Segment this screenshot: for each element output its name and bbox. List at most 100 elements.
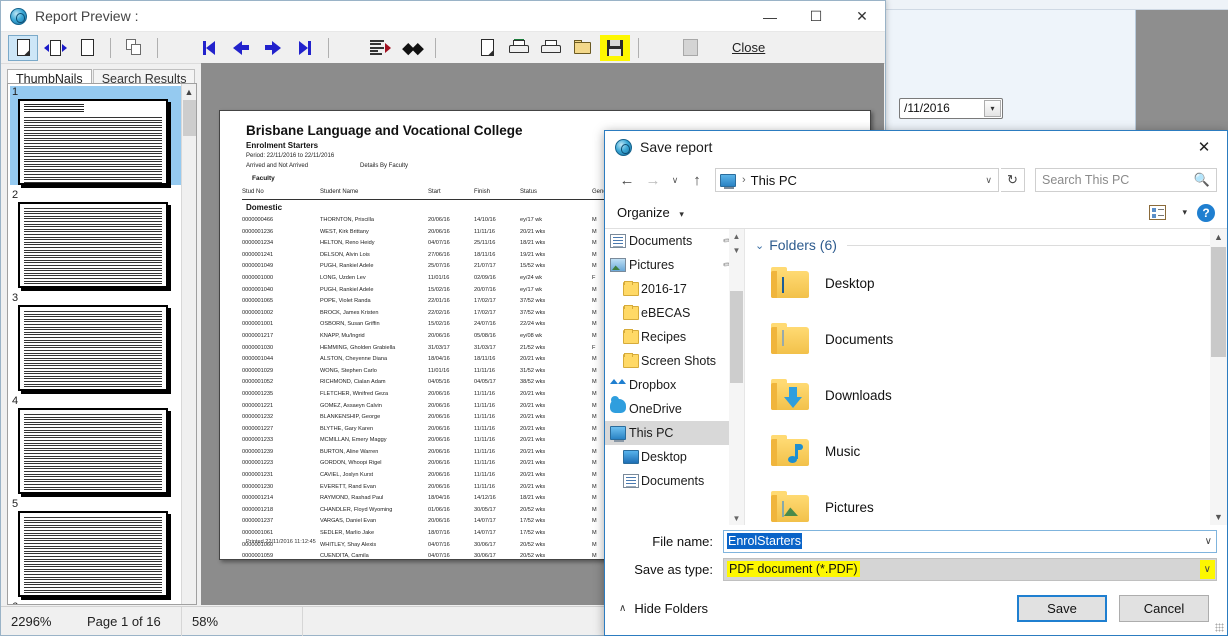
scroll-up-icon[interactable]: ▲ (1210, 229, 1227, 245)
folders-group-header[interactable]: ⌄ Folders (6) (745, 229, 1227, 255)
nav-item-2016-17[interactable]: 2016-17 (605, 277, 744, 301)
chevron-down-icon[interactable]: ▾ (984, 100, 1001, 117)
nav-item-this-pc[interactable]: This PC (605, 421, 744, 445)
save-report-button[interactable] (600, 35, 630, 61)
save-report-dialog[interactable]: Save report ✕ ← → ∨ ↑ › This PC ∨ ↻ Sear… (604, 130, 1228, 636)
report-cell-gender: M (592, 542, 597, 548)
breadcrumb-current[interactable]: This PC (751, 173, 797, 188)
thumbnail-item[interactable]: 4 (10, 395, 178, 494)
report-cell-status: 20/21 wks (520, 484, 545, 490)
thumbnail-item[interactable]: 3 (10, 292, 178, 391)
facing-pages-view-button[interactable] (40, 35, 70, 61)
folder-item-pictures[interactable]: Pictures (745, 479, 1227, 525)
folder-label: Downloads (825, 388, 892, 403)
dialog-close-button[interactable]: ✕ (1181, 131, 1227, 163)
background-date-value: /11/2016 (904, 101, 950, 115)
report-cell-status: 20/52 wks (520, 553, 545, 559)
go-to-page-button[interactable] (365, 35, 395, 61)
hide-folders-button[interactable]: ∧ Hide Folders (619, 601, 708, 616)
report-cell-status: 20/21 wks (520, 414, 545, 420)
nav-item-screen-shots[interactable]: Screen Shots (605, 349, 744, 373)
folder-item-desktop[interactable]: Desktop (745, 255, 1227, 311)
nav-item-label: Documents (629, 234, 692, 248)
first-page-button[interactable] (194, 35, 224, 61)
folder-item-downloads[interactable]: Downloads (745, 367, 1227, 423)
forward-button[interactable]: → (641, 168, 665, 192)
scroll-up-icon[interactable]: ▲ (729, 229, 744, 243)
cancel-button[interactable]: Cancel (1119, 595, 1209, 622)
single-page-view-button[interactable] (8, 35, 38, 61)
thumbnail-item[interactable]: 1 (10, 86, 182, 185)
thumbnails-panel[interactable]: 1 2 (7, 83, 197, 605)
new-document-button[interactable] (472, 35, 502, 61)
chevron-down-icon[interactable]: ⌄ (755, 239, 764, 252)
scroll-down-icon[interactable]: ▼ (729, 511, 744, 525)
minimize-button[interactable]: — (747, 1, 793, 32)
report-cell-gender: M (592, 426, 597, 432)
thumbnail-item[interactable]: 6 (10, 601, 178, 605)
resize-grip[interactable] (1215, 623, 1224, 632)
breadcrumb-bar[interactable]: › This PC ∨ (715, 168, 999, 192)
whole-page-view-button[interactable] (72, 35, 102, 61)
next-page-button[interactable] (258, 35, 288, 61)
scrollbar-thumb[interactable] (730, 291, 743, 383)
report-preview-titlebar[interactable]: Report Preview : — ☐ ✕ (1, 1, 885, 32)
folder-item-music[interactable]: Music (745, 423, 1227, 479)
report-cell-name: CHANDLER, Floyd Wyoming (320, 507, 392, 513)
up-button[interactable]: ↑ (685, 168, 709, 192)
chevron-down-icon[interactable]: ∨ (1205, 536, 1212, 547)
chevron-down-icon[interactable]: ▾ (1182, 207, 1187, 218)
thumbnails-scrollbar[interactable]: ▲ (181, 84, 196, 604)
single-page-icon (17, 39, 30, 56)
nav-pane-scrollbar[interactable]: ▲ ▼ ▼ (729, 229, 744, 525)
nav-item-dropbox[interactable]: Dropbox (605, 373, 744, 397)
print-button[interactable] (536, 35, 566, 61)
nav-item-documents[interactable]: Documents (605, 469, 744, 493)
help-icon[interactable]: ? (1197, 204, 1215, 222)
nav-item-pictures[interactable]: Pictures✐ (605, 253, 744, 277)
files-pane[interactable]: ⌄ Folders (6) Desktop Docu (745, 229, 1227, 525)
nav-item-desktop[interactable]: Desktop (605, 445, 744, 469)
scroll-down-icon[interactable]: ▼ (1210, 509, 1227, 525)
save-button[interactable]: Save (1017, 595, 1107, 622)
find-button[interactable]: ◆◆ (397, 35, 427, 61)
scroll-down-small-icon[interactable]: ▼ (729, 243, 744, 257)
navigation-pane[interactable]: Documents✐Pictures✐2016-17eBECAS Recipes S… (605, 229, 745, 525)
recent-locations-icon[interactable]: ∨ (667, 168, 683, 192)
chevron-down-icon[interactable]: ∨ (985, 175, 994, 186)
search-box[interactable]: Search This PC 🔍 (1035, 168, 1217, 192)
scrollbar-thumb[interactable] (1211, 247, 1226, 357)
view-layout-icon[interactable] (1149, 205, 1166, 220)
folder-item-documents[interactable]: Documents (745, 311, 1227, 367)
background-date-field[interactable]: /11/2016 ▾ (899, 98, 1003, 119)
scrollbar-thumb[interactable] (183, 100, 196, 136)
nav-item-ebecas[interactable]: eBECAS (605, 301, 744, 325)
refresh-button[interactable]: ↻ (1001, 168, 1025, 192)
multi-page-view-button[interactable] (119, 35, 149, 61)
close-button[interactable]: ✕ (839, 1, 885, 32)
close-preview-link[interactable]: Close (732, 40, 765, 55)
document-icon (623, 474, 639, 488)
nav-item-onedrive[interactable]: OneDrive (605, 397, 744, 421)
save-as-type-select[interactable]: PDF document (*.PDF) ∨ (723, 558, 1217, 581)
report-cell-name: SEDLER, Marlio Jake (320, 530, 374, 536)
back-button[interactable]: ← (615, 168, 639, 192)
print-setup-button[interactable] (504, 35, 534, 61)
nav-item-documents[interactable]: Documents✐ (605, 229, 744, 253)
organize-button[interactable]: Organize ▾ (617, 205, 684, 220)
thumbnail-item[interactable]: 2 (10, 189, 178, 288)
scroll-up-icon[interactable]: ▲ (182, 84, 196, 99)
last-page-button[interactable] (290, 35, 320, 61)
command-bar-right: ▾ ? (1149, 204, 1215, 222)
file-name-input[interactable]: EnrolStarters ∨ (723, 530, 1217, 553)
nav-item-label: Recipes (641, 330, 686, 344)
thumbnail-item[interactable]: 5 (10, 498, 178, 597)
open-file-button[interactable] (568, 35, 598, 61)
chevron-down-icon[interactable]: ∨ (1200, 560, 1215, 579)
nav-item-recipes[interactable]: Recipes (605, 325, 744, 349)
maximize-button[interactable]: ☐ (793, 1, 839, 32)
dialog-titlebar[interactable]: Save report ✕ (605, 131, 1227, 163)
previous-page-button[interactable] (226, 35, 256, 61)
files-pane-scrollbar[interactable]: ▲ ▼ (1210, 229, 1227, 525)
search-input[interactable]: Search This PC (1042, 173, 1194, 187)
